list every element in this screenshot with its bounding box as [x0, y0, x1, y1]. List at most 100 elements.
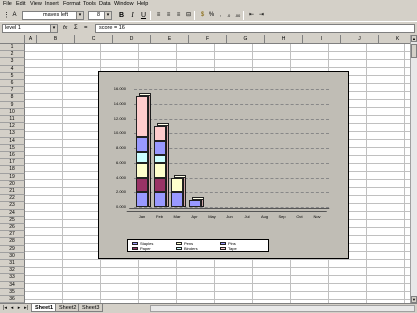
row-header-3[interactable]: 3 [0, 58, 25, 66]
chart-object[interactable]: 0.000 2.000 4.000 6.000 8.000 10.000 12.000 14.… [98, 71, 349, 259]
last-sheet-icon[interactable]: ▸| [23, 305, 29, 312]
column-header-a[interactable]: A [25, 35, 37, 44]
chevron-down-icon[interactable]: ▾ [104, 12, 111, 19]
chart-bar-segment[interactable] [136, 192, 148, 207]
sheet-tab-1[interactable]: Sheet1 [31, 304, 58, 312]
column-header-b[interactable]: B [37, 35, 75, 44]
row-header-36[interactable]: 36 [0, 296, 25, 303]
menu-insert[interactable]: Insert [45, 1, 59, 8]
underline-button[interactable]: U [139, 11, 148, 20]
row-header-4[interactable]: 4 [0, 65, 25, 73]
italic-button[interactable]: I [128, 11, 137, 20]
row-header-18[interactable]: 18 [0, 166, 25, 174]
column-header-h[interactable]: H [265, 35, 303, 44]
menu-help[interactable]: Help [137, 1, 148, 8]
chart-bar-segment[interactable] [171, 192, 183, 207]
row-header-22[interactable]: 22 [0, 195, 25, 203]
chart-bar-segment[interactable] [136, 162, 148, 178]
row-header-30[interactable]: 30 [0, 252, 25, 260]
chart-bar-segment[interactable] [153, 155, 166, 163]
align-left-icon[interactable]: ≡ [154, 11, 163, 20]
row-header-19[interactable]: 19 [0, 173, 25, 181]
horizontal-scrollbar[interactable] [150, 305, 415, 312]
prev-sheet-icon[interactable]: ◂ [9, 305, 15, 312]
currency-icon[interactable]: $ [198, 11, 207, 20]
column-header-c[interactable]: C [75, 35, 113, 44]
scroll-down-icon[interactable]: ▼ [411, 296, 417, 303]
row-header-32[interactable]: 32 [0, 267, 25, 275]
row-header-29[interactable]: 29 [0, 245, 25, 253]
formula-input[interactable]: score = 16 [95, 24, 415, 33]
row-header-15[interactable]: 15 [0, 144, 25, 152]
row-header-5[interactable]: 5 [0, 72, 25, 80]
row-header-1[interactable]: 1 [0, 44, 25, 52]
column-header-i[interactable]: I [303, 35, 341, 44]
menu-format[interactable]: Format [63, 1, 80, 8]
font-size-select[interactable]: 8 ▾ [88, 11, 112, 20]
row-header-34[interactable]: 34 [0, 281, 25, 289]
row-header-14[interactable]: 14 [0, 137, 25, 145]
column-header-f[interactable]: F [189, 35, 227, 44]
scroll-thumb[interactable] [411, 44, 417, 58]
row-header-21[interactable]: 21 [0, 188, 25, 196]
increase-indent-icon[interactable]: ⇥ [257, 11, 266, 20]
decrease-indent-icon[interactable]: ⇤ [247, 11, 256, 20]
menu-view[interactable]: View [30, 1, 42, 8]
row-header-6[interactable]: 6 [0, 80, 25, 88]
name-box[interactable]: level 1 ▾ [2, 24, 58, 33]
decrease-decimal-icon[interactable]: .00 [233, 11, 242, 20]
chart-bar-segment[interactable] [188, 199, 201, 207]
font-name-select[interactable]: maves left ▾ [22, 11, 84, 20]
first-sheet-icon[interactable]: |◂ [2, 305, 8, 312]
chart-bar-segment[interactable] [153, 125, 166, 141]
row-header-26[interactable]: 26 [0, 224, 25, 232]
row-header-16[interactable]: 16 [0, 152, 25, 160]
next-sheet-icon[interactable]: ▸ [16, 305, 22, 312]
scroll-up-icon[interactable]: ▲ [411, 35, 417, 42]
insert-function-button[interactable]: fx [63, 25, 67, 31]
column-header-k[interactable]: K [379, 35, 410, 44]
sheet-tab-2[interactable]: Sheet2 [55, 304, 81, 312]
chart-legend[interactable]: Staples Pens Pins Paper Binders Tape [127, 239, 269, 252]
equals-button[interactable]: = [84, 25, 88, 31]
chart-bar-segment[interactable] [153, 140, 166, 156]
row-header-31[interactable]: 31 [0, 260, 25, 268]
row-header-13[interactable]: 13 [0, 130, 25, 138]
menu-data[interactable]: Data [99, 1, 111, 8]
row-header-10[interactable]: 10 [0, 108, 25, 116]
font-color-icon[interactable]: A [10, 11, 19, 20]
row-header-23[interactable]: 23 [0, 202, 25, 210]
percent-icon[interactable]: % [207, 11, 216, 20]
chevron-down-icon[interactable]: ▾ [76, 12, 83, 19]
row-header-27[interactable]: 27 [0, 231, 25, 239]
row-header-11[interactable]: 11 [0, 116, 25, 124]
chart-bar-segment[interactable] [171, 177, 183, 193]
chart-bar-segment[interactable] [153, 192, 166, 207]
chart-bar-segment[interactable] [136, 177, 148, 193]
row-header-7[interactable]: 7 [0, 87, 25, 95]
row-header-20[interactable]: 20 [0, 180, 25, 188]
row-header-12[interactable]: 12 [0, 123, 25, 131]
autosum-button[interactable]: Σ [74, 25, 78, 31]
column-header-e[interactable]: E [151, 35, 189, 44]
row-header-9[interactable]: 9 [0, 101, 25, 109]
row-header-28[interactable]: 28 [0, 238, 25, 246]
row-header-2[interactable]: 2 [0, 51, 25, 59]
menu-window[interactable]: Window [114, 1, 134, 8]
increase-decimal-icon[interactable]: .0 [224, 11, 233, 20]
column-header-j[interactable]: J [341, 35, 379, 44]
menu-file[interactable]: File [3, 1, 12, 8]
chart-bar-segment[interactable] [153, 177, 166, 193]
row-header-33[interactable]: 33 [0, 274, 25, 282]
chart-bar-segment[interactable] [153, 162, 166, 178]
menu-tools[interactable]: Tools [83, 1, 96, 8]
row-header-8[interactable]: 8 [0, 94, 25, 102]
vertical-scrollbar[interactable]: ▲ ▼ [410, 35, 417, 303]
sheet-tab-3[interactable]: Sheet3 [78, 304, 104, 312]
row-header-35[interactable]: 35 [0, 288, 25, 296]
chart-bar-segment[interactable] [136, 151, 148, 163]
bold-button[interactable]: B [117, 11, 126, 20]
merge-center-icon[interactable]: ⊟ [184, 11, 193, 20]
column-header-d[interactable]: D [113, 35, 151, 44]
chart-bar-segment[interactable] [136, 136, 148, 152]
